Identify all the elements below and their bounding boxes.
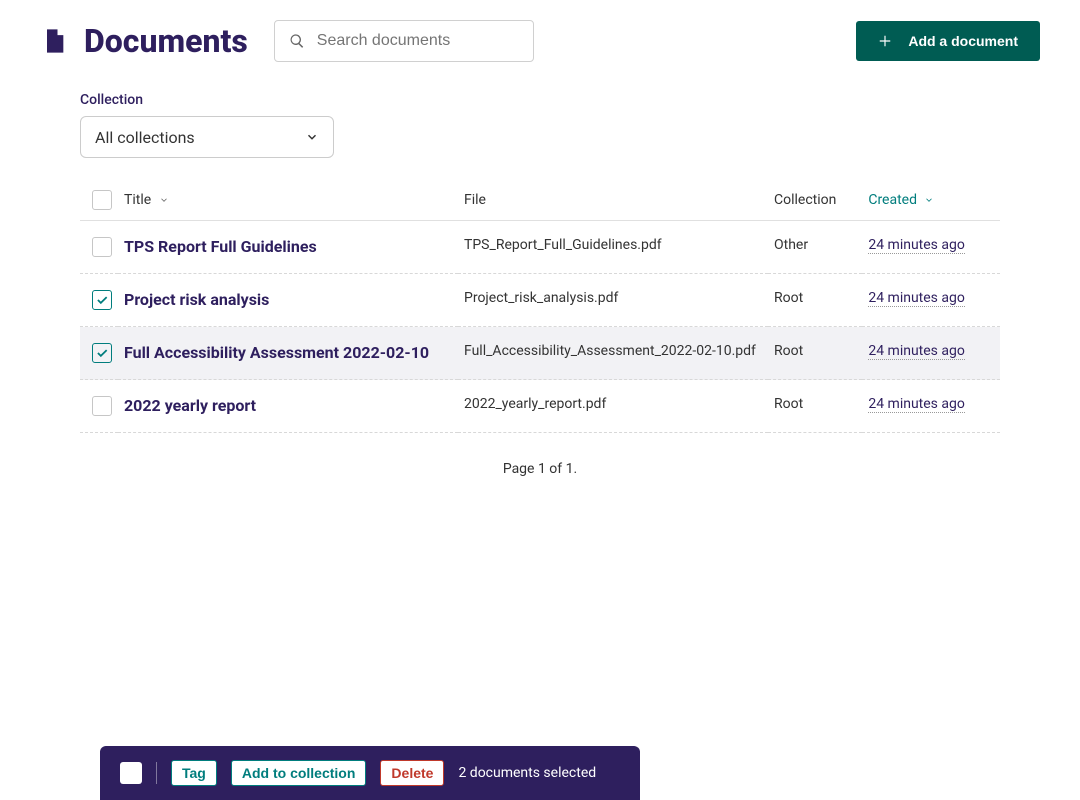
bulk-delete-button[interactable]: Delete [380, 760, 444, 786]
document-collection: Root [768, 274, 862, 327]
documents-table: Title File Collection Created TPS Report… [80, 180, 1000, 433]
search-icon [289, 33, 305, 49]
document-created-link[interactable]: 24 minutes ago [868, 396, 965, 413]
collection-select-value: All collections [95, 128, 195, 147]
search-input[interactable] [315, 31, 533, 51]
bulk-selection-status: 2 documents selected [458, 765, 596, 781]
page-title: Documents [84, 22, 248, 60]
document-collection: Root [768, 380, 862, 433]
document-title-link[interactable]: Full Accessibility Assessment 2022-02-10 [124, 343, 429, 362]
bulk-select-all-checkbox[interactable] [120, 762, 142, 784]
row-checkbox[interactable] [92, 343, 112, 363]
divider [156, 762, 157, 784]
table-row: Full Accessibility Assessment 2022-02-10… [80, 327, 1000, 380]
document-created-link[interactable]: 24 minutes ago [868, 237, 965, 254]
chevron-down-icon [305, 130, 319, 144]
document-title-link[interactable]: TPS Report Full Guidelines [124, 237, 317, 256]
row-checkbox[interactable] [92, 396, 112, 416]
column-header-file[interactable]: File [458, 180, 768, 221]
bulk-tag-button[interactable]: Tag [171, 760, 217, 786]
column-header-collection[interactable]: Collection [768, 180, 862, 221]
document-title-link[interactable]: 2022 yearly report [124, 396, 256, 415]
sort-icon [924, 195, 934, 205]
content-area: Collection All collections Title File Co… [0, 62, 1080, 477]
document-file: 2022_yearly_report.pdf [458, 380, 768, 433]
document-file: TPS_Report_Full_Guidelines.pdf [458, 221, 768, 274]
collection-filter-label: Collection [80, 92, 1000, 108]
row-checkbox[interactable] [92, 237, 112, 257]
pagination-status: Page 1 of 1. [80, 461, 1000, 477]
document-collection: Root [768, 327, 862, 380]
row-checkbox[interactable] [92, 290, 112, 310]
column-header-title[interactable]: Title [118, 180, 458, 221]
table-row: Project risk analysis Project_risk_analys… [80, 274, 1000, 327]
document-file: Full_Accessibility_Assessment_2022-02-10… [458, 327, 768, 380]
plus-icon [878, 34, 892, 48]
table-row: TPS Report Full Guidelines TPS_Report_Ful… [80, 221, 1000, 274]
select-all-checkbox[interactable] [92, 190, 112, 210]
page-header: Documents Add a document [0, 0, 1080, 62]
column-header-created[interactable]: Created [862, 180, 1000, 221]
bulk-action-bar: Tag Add to collection Delete 2 documents… [100, 746, 640, 800]
document-icon [40, 27, 68, 55]
bulk-add-collection-button[interactable]: Add to collection [231, 760, 367, 786]
document-created-link[interactable]: 24 minutes ago [868, 290, 965, 307]
add-document-button[interactable]: Add a document [856, 21, 1040, 61]
sort-icon [159, 195, 169, 205]
document-title-link[interactable]: Project risk analysis [124, 290, 269, 309]
document-file: Project_risk_analysis.pdf [458, 274, 768, 327]
document-created-link[interactable]: 24 minutes ago [868, 343, 965, 360]
collection-select[interactable]: All collections [80, 116, 334, 158]
table-row: 2022 yearly report 2022_yearly_report.pdf… [80, 380, 1000, 433]
search-field[interactable] [274, 20, 534, 62]
add-document-label: Add a document [908, 33, 1018, 49]
document-collection: Other [768, 221, 862, 274]
